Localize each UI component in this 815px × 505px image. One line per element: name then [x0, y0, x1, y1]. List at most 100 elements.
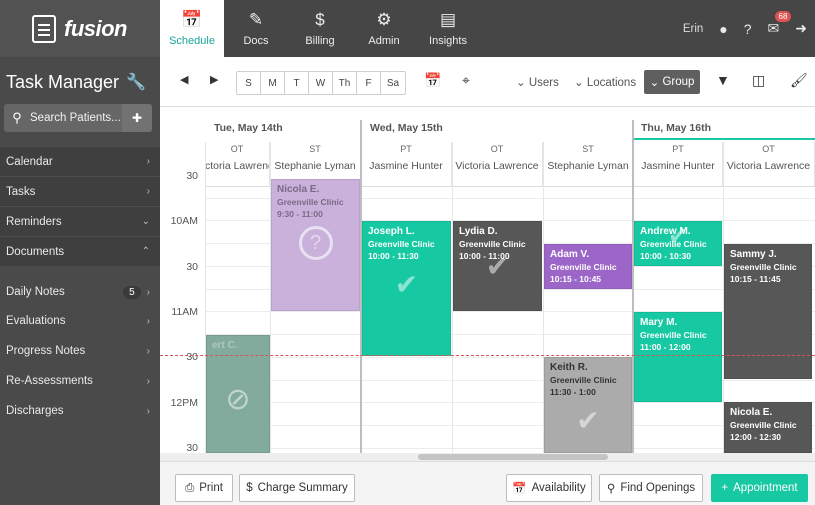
provider-name: ctoria Lawrence: [205, 160, 269, 172]
patient-search[interactable]: ⚲ Search Patients... ✚: [4, 104, 152, 132]
day-thursday[interactable]: Th: [333, 72, 357, 94]
provider-name: Victoria Lawrence: [455, 160, 539, 172]
logo-text: fusion: [64, 15, 128, 41]
cancelled-icon: ⊘: [225, 383, 251, 416]
logout-icon[interactable]: ➜: [795, 20, 807, 37]
column-header[interactable]: OT ctoria Lawrence: [205, 142, 270, 186]
find-openings-button[interactable]: ⚲ Find Openings: [599, 474, 703, 502]
availability-button[interactable]: 📅 Availability: [506, 474, 592, 502]
appointment-card[interactable]: Andrew M. Greenville Clinic 10:00 - 10:3…: [634, 221, 722, 266]
sidebar-item-tasks[interactable]: Tasks ›: [0, 176, 160, 206]
column-header[interactable]: OT Victoria Lawrence: [452, 142, 543, 186]
filter-icon[interactable]: ▼: [716, 72, 730, 88]
calendar-picker-icon[interactable]: 📅: [424, 72, 441, 89]
time-label: 30: [186, 170, 198, 182]
tab-billing[interactable]: $ Billing: [288, 0, 352, 57]
add-patient-icon[interactable]: ✚: [122, 104, 152, 132]
day-separator: [632, 120, 634, 453]
chevron-right-icon: ›: [146, 345, 150, 357]
clinic-name: Greenville Clinic: [277, 197, 344, 207]
schedule-grid[interactable]: Tue, May 14th Wed, May 15th Thu, May 16t…: [160, 108, 815, 453]
sidebar-item-discharges[interactable]: Discharges ›: [0, 396, 160, 426]
chevron-right-icon: ›: [146, 375, 150, 387]
count-badge: 5: [123, 285, 141, 299]
patient-name: Adam V.: [550, 249, 590, 260]
sidebar-item-re-assessments[interactable]: Re-Assessments ›: [0, 366, 160, 396]
appointment-time: 12:00 - 12:30: [730, 432, 782, 442]
discipline-label: PT: [400, 144, 412, 154]
sidebar-item-evaluations[interactable]: Evaluations ›: [0, 306, 160, 336]
next-arrow-icon[interactable]: ▶: [210, 73, 218, 86]
tab-label: Schedule: [169, 34, 215, 47]
scrollbar-thumb[interactable]: [418, 454, 608, 460]
search-input[interactable]: Search Patients...: [30, 112, 122, 124]
crosshair-icon[interactable]: ⌖: [462, 72, 470, 89]
patient-name: Sammy J.: [730, 249, 777, 260]
help-icon[interactable]: ?: [744, 21, 752, 37]
appointment-card[interactable]: Nicola E. Greenville Clinic 9:30 - 11:00…: [271, 179, 360, 311]
columns-icon[interactable]: ◫: [752, 72, 765, 89]
appointment-card[interactable]: Lydia D. Greenville Clinic 10:00 - 11:00…: [453, 221, 542, 311]
tab-docs[interactable]: ✎ Docs: [224, 0, 288, 57]
locations-dropdown[interactable]: ⌄ Locations: [574, 75, 636, 89]
calendar-toolbar: ◀ ▶ S M T W Th F Sa 📅 ⌖ ⌄ Users ⌄ Locati…: [160, 57, 815, 107]
sidebar-item-calendar[interactable]: Calendar ›: [0, 146, 160, 176]
checkmark-icon: ✔: [667, 223, 689, 250]
tab-admin[interactable]: ⚙ Admin: [352, 0, 416, 57]
button-label: Find Openings: [620, 482, 696, 494]
top-nav: 📅 Schedule ✎ Docs $ Billing ⚙ Admin ▤ In…: [160, 0, 815, 57]
sidebar-item-progress-notes[interactable]: Progress Notes ›: [0, 336, 160, 366]
day-friday[interactable]: F: [357, 72, 381, 94]
day-wednesday[interactable]: W: [309, 72, 333, 94]
paintbrush-icon[interactable]: 🖌: [790, 72, 808, 89]
fusion-logo[interactable]: fusion: [0, 0, 160, 57]
sidebar-item-documents[interactable]: Documents ⌃: [0, 236, 160, 266]
chevron-up-icon: ⌃: [141, 246, 150, 257]
day-sunday[interactable]: S: [237, 72, 261, 94]
appointment-card[interactable]: ert C. ⊘: [206, 335, 270, 453]
appointment-card[interactable]: Keith R. Greenville Clinic 11:30 - 1:00 …: [544, 357, 632, 453]
button-label: Charge Summary: [257, 482, 348, 494]
user-profile-icon[interactable]: ●: [719, 21, 727, 37]
appointment-card[interactable]: Nicola E. Greenville Clinic 12:00 - 12:3…: [724, 402, 812, 453]
search-icon: ⚲: [606, 483, 616, 495]
charge-summary-button[interactable]: $ Charge Summary: [239, 474, 355, 502]
appointment-card[interactable]: Adam V. Greenville Clinic 10:15 - 10:45: [544, 244, 632, 289]
sidebar-item-label: Evaluations: [6, 315, 66, 327]
appointment-time: 10:00 - 11:30: [368, 251, 419, 261]
calendar-icon: 📅: [181, 9, 203, 29]
column-header[interactable]: OT Victoria Lawrence: [723, 142, 815, 186]
mail-icon[interactable]: ✉ 68: [768, 11, 792, 37]
appointment-card[interactable]: Joseph L. Greenville Clinic 10:00 - 11:3…: [362, 221, 451, 356]
dollar-icon: $: [246, 482, 253, 494]
wrench-icon[interactable]: 🔧: [126, 72, 146, 92]
column-header[interactable]: PT Jasmine Hunter: [634, 142, 723, 186]
tab-label: Docs: [243, 34, 269, 47]
time-label: 10AM: [170, 215, 198, 227]
clinic-name: Greenville Clinic: [730, 420, 797, 430]
day-saturday[interactable]: Sa: [381, 72, 405, 94]
horizontal-scrollbar[interactable]: [160, 453, 815, 461]
new-appointment-button[interactable]: + Appointment: [711, 474, 808, 502]
group-dropdown[interactable]: ⌄ Group: [644, 70, 700, 94]
column-header[interactable]: PT Jasmine Hunter: [361, 142, 452, 186]
clipboard-logo-icon: [32, 14, 56, 43]
appointment-card[interactable]: Sammy J. Greenville Clinic 10:15 - 11:45: [724, 244, 812, 379]
chevron-right-icon: ›: [146, 186, 150, 197]
locations-label: Locations: [586, 77, 637, 89]
provider-name: Victoria Lawrence: [726, 160, 811, 172]
provider-name: Stephanie Lyman: [274, 160, 356, 172]
tab-insights[interactable]: ▤ Insights: [416, 0, 480, 57]
tab-schedule[interactable]: 📅 Schedule: [160, 0, 224, 57]
print-button[interactable]: ⎙ Print: [175, 474, 233, 502]
sidebar-item-label: Daily Notes: [6, 286, 65, 298]
day-monday[interactable]: M: [261, 72, 285, 94]
day-tuesday[interactable]: T: [285, 72, 309, 94]
sidebar-item-reminders[interactable]: Reminders ⌄: [0, 206, 160, 236]
sidebar-item-daily-notes[interactable]: Daily Notes 5 ›: [0, 277, 160, 307]
pencil-icon: ✎: [248, 9, 264, 29]
column-header[interactable]: ST Stephanie Lyman: [543, 142, 634, 186]
appointment-card[interactable]: Mary M. Greenville Clinic 11:00 - 12:00: [634, 312, 722, 402]
previous-arrow-icon[interactable]: ◀: [180, 73, 188, 86]
users-dropdown[interactable]: ⌄ Users: [516, 75, 559, 89]
